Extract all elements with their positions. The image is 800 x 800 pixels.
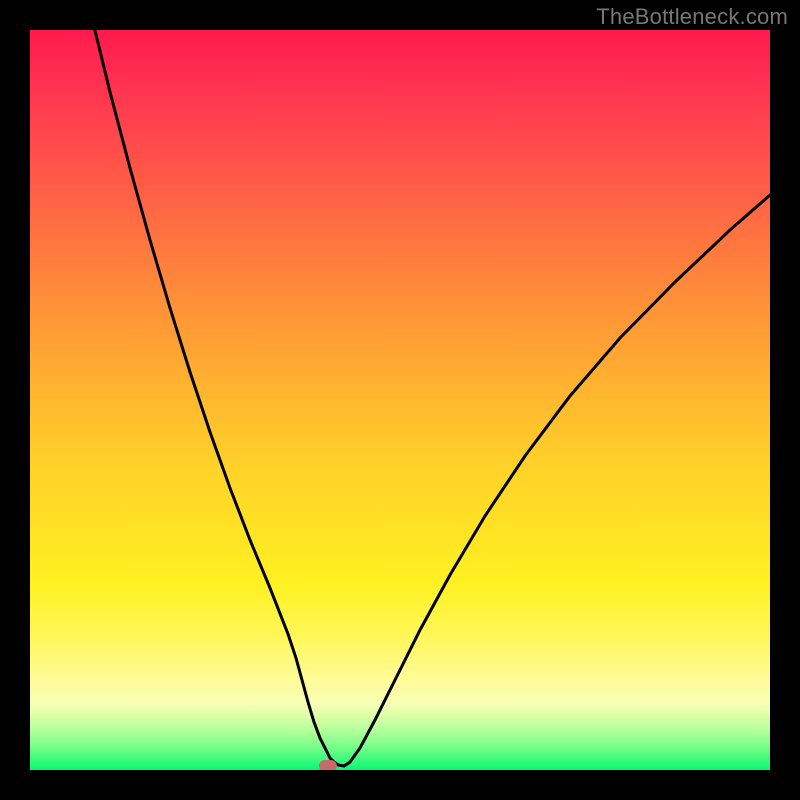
curve-svg (30, 30, 770, 770)
optimum-marker (319, 760, 337, 770)
bottleneck-curve-path (90, 30, 770, 766)
plot-area (30, 30, 770, 770)
chart-frame: TheBottleneck.com (0, 0, 800, 800)
attribution-text: TheBottleneck.com (596, 4, 788, 30)
